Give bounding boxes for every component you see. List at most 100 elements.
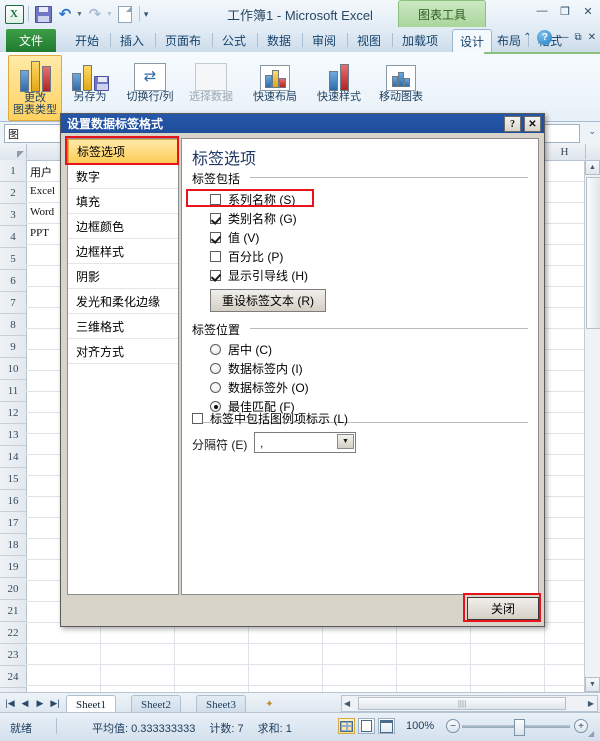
dialog-nav-item-7[interactable]: 三维格式 xyxy=(68,314,178,339)
ribbon-tab-strip[interactable]: 文件 开始 插入 页面布 公式 数据 审阅 视图 加载项 设计 布局 格式 xyxy=(0,28,600,54)
ribbon-change-chart-type[interactable]: 更改 图表类型 xyxy=(8,55,62,121)
normal-view-icon[interactable] xyxy=(338,718,355,734)
row-header[interactable]: 3 xyxy=(0,204,26,226)
zoom-slider-thumb[interactable] xyxy=(514,719,525,736)
row-header[interactable]: 22 xyxy=(0,622,26,644)
horizontal-scrollbar[interactable]: ◀ |||| ▶ xyxy=(341,695,598,712)
help-icon[interactable]: ? xyxy=(537,30,553,45)
checkbox-value[interactable]: 值 (V) xyxy=(210,229,259,246)
prev-sheet-icon[interactable]: ◀ xyxy=(18,696,32,710)
page-layout-view-icon[interactable] xyxy=(358,718,375,734)
checkbox-box[interactable] xyxy=(210,251,221,262)
zoom-out-button[interactable]: − xyxy=(446,719,460,733)
row-header[interactable]: 11 xyxy=(0,380,26,402)
tab-insert[interactable]: 插入 xyxy=(113,29,151,52)
row-header[interactable]: 8 xyxy=(0,314,26,336)
checkbox-box[interactable] xyxy=(210,232,221,243)
checkbox-show-leader-lines[interactable]: 显示引导线 (H) xyxy=(210,267,308,284)
redo-icon[interactable]: ↷ xyxy=(85,4,105,24)
dialog-nav-item-6[interactable]: 发光和柔化边缘 xyxy=(68,289,178,314)
doc-close-icon[interactable]: ✕ xyxy=(588,32,596,43)
cell-value[interactable]: PPT xyxy=(30,227,49,239)
sheet-tab-sheet2[interactable]: Sheet2 xyxy=(131,695,181,713)
restore-icon[interactable]: ❐ xyxy=(557,4,573,18)
window-controls[interactable]: — ❐ ✕ xyxy=(534,4,596,18)
sheet-tab-sheet1[interactable]: Sheet1 xyxy=(66,695,116,713)
dialog-close-icon[interactable]: ✕ xyxy=(524,116,541,132)
ribbon-switch-row-column[interactable]: ⇄ 切换行/列 xyxy=(120,55,180,119)
undo-dropdown-icon[interactable]: ▼ xyxy=(76,11,83,18)
checkbox-box[interactable] xyxy=(210,213,221,224)
view-buttons[interactable] xyxy=(338,718,395,734)
next-sheet-icon[interactable]: ▶ xyxy=(33,696,47,710)
minimize-icon[interactable]: — xyxy=(534,4,550,18)
row-header[interactable]: 16 xyxy=(0,490,26,512)
tab-addins[interactable]: 加载项 xyxy=(395,29,445,52)
first-sheet-icon[interactable]: |◀ xyxy=(3,696,17,710)
radio-center[interactable]: 居中 (C) xyxy=(210,341,272,358)
row-header[interactable]: 17 xyxy=(0,512,26,534)
doc-restore-icon[interactable]: ⧉ xyxy=(574,32,581,43)
ribbon-quick-styles[interactable]: 快速样式 xyxy=(310,55,368,119)
horizontal-scroll-thumb[interactable]: |||| xyxy=(358,697,566,710)
row-header[interactable]: 18 xyxy=(0,534,26,556)
cell-value[interactable]: Word xyxy=(30,206,54,218)
cell-value[interactable]: 用户 xyxy=(30,164,52,180)
dialog-nav-item-1[interactable]: 数字 xyxy=(68,164,178,189)
dialog-content-panel[interactable]: 标签选项 标签包括 系列名称 (S) 类别名称 (G) 值 (V) 百分比 (P… xyxy=(181,138,539,595)
checkbox-category-name[interactable]: 类别名称 (G) xyxy=(210,210,297,227)
new-file-icon[interactable] xyxy=(115,4,135,24)
row-header[interactable]: 4 xyxy=(0,226,26,248)
dialog-nav-item-8[interactable]: 对齐方式 xyxy=(68,339,178,364)
ribbon-move-chart[interactable]: 移动图表 xyxy=(372,55,430,119)
column-header-h[interactable]: H xyxy=(544,144,586,159)
quick-access-toolbar[interactable]: X ↶ ▼ ↷ ▼ ▾ xyxy=(4,3,148,25)
last-sheet-icon[interactable]: ▶| xyxy=(48,696,62,710)
cell-value[interactable]: Excel xyxy=(30,185,55,197)
dialog-help-icon[interactable]: ? xyxy=(504,116,521,132)
save-icon[interactable] xyxy=(33,4,53,24)
tab-page-layout[interactable]: 页面布 xyxy=(158,29,208,52)
checkbox-include-legend-key[interactable]: 标签中包括图例项标示 (L) xyxy=(192,410,348,427)
scroll-down-icon[interactable]: ▼ xyxy=(585,677,600,692)
separator-dropdown[interactable]: , ▼ xyxy=(254,432,356,453)
zoom-level[interactable]: 100% xyxy=(406,720,434,732)
dialog-nav-item-3[interactable]: 边框颜色 xyxy=(68,214,178,239)
tab-home[interactable]: 开始 xyxy=(68,29,106,52)
page-break-view-icon[interactable] xyxy=(378,718,395,734)
undo-icon[interactable]: ↶ xyxy=(55,4,75,24)
name-box[interactable]: 图 xyxy=(4,124,63,143)
row-header[interactable]: 19 xyxy=(0,556,26,578)
chevron-down-icon[interactable]: ▼ xyxy=(337,434,354,449)
row-header[interactable]: 24 xyxy=(0,666,26,688)
collapse-ribbon-icon[interactable]: ⌃ xyxy=(523,32,531,43)
tab-file[interactable]: 文件 xyxy=(6,29,57,52)
dialog-nav-item-2[interactable]: 填充 xyxy=(68,189,178,214)
dialog-nav-list[interactable]: 标签选项 数字 填充 边框颜色 边框样式 阴影 发光和柔化边缘 三维格式 对齐方式 xyxy=(67,138,179,595)
row-header[interactable]: 23 xyxy=(0,644,26,666)
tab-design[interactable]: 设计 xyxy=(452,29,493,54)
row-header[interactable]: 10 xyxy=(0,358,26,380)
row-header[interactable]: 6 xyxy=(0,270,26,292)
sheet-nav-buttons[interactable]: |◀ ◀ ▶ ▶| xyxy=(3,696,62,710)
grid-row[interactable] xyxy=(26,643,600,665)
row-header[interactable]: 7 xyxy=(0,292,26,314)
row-header[interactable]: 9 xyxy=(0,336,26,358)
resize-grip-icon[interactable]: ◢ xyxy=(588,729,598,739)
sheet-tab-sheet3[interactable]: Sheet3 xyxy=(196,695,246,713)
radio-circle[interactable] xyxy=(210,344,221,355)
row-header[interactable]: 5 xyxy=(0,248,26,270)
checkbox-box[interactable] xyxy=(192,413,203,424)
checkbox-box[interactable] xyxy=(210,270,221,281)
row-header[interactable]: 15 xyxy=(0,468,26,490)
expand-formula-bar-icon[interactable]: ⌄ xyxy=(588,126,596,137)
scroll-left-icon[interactable]: ◀ xyxy=(344,699,350,708)
vertical-scroll-thumb[interactable] xyxy=(586,177,600,329)
scroll-up-icon[interactable]: ▲ xyxy=(585,160,600,175)
grid-row[interactable] xyxy=(26,685,600,692)
customize-qat-icon[interactable]: ▾ xyxy=(144,9,149,20)
radio-circle[interactable] xyxy=(210,363,221,374)
row-header[interactable]: 2 xyxy=(0,182,26,204)
tab-view[interactable]: 视图 xyxy=(350,29,388,52)
row-header[interactable]: 21 xyxy=(0,600,26,622)
